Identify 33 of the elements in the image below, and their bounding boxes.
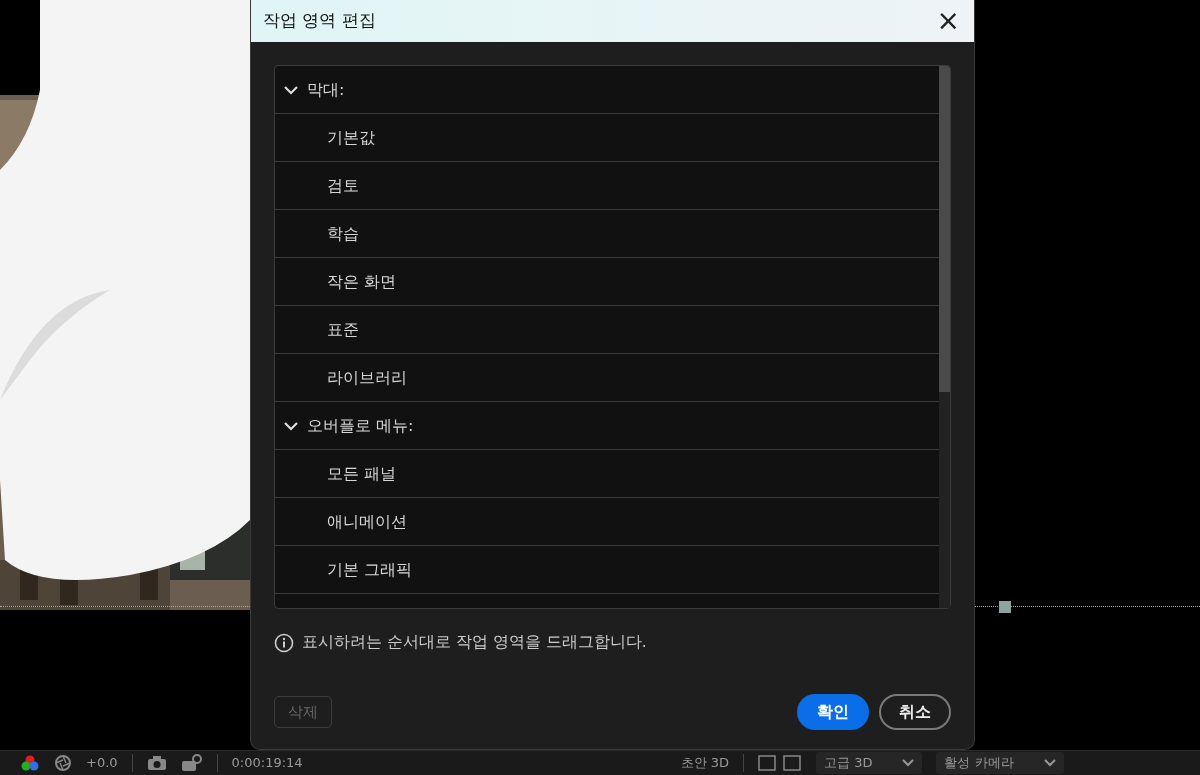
- close-button[interactable]: ×: [932, 7, 964, 35]
- camera-settings-icon[interactable]: [180, 754, 203, 772]
- workspace-item[interactable]: 라이브러리: [275, 354, 939, 402]
- camera-dropdown[interactable]: 활성 카메라: [936, 752, 1064, 774]
- exposure-value[interactable]: +0.0: [86, 753, 118, 773]
- workspace-item[interactable]: 기본값: [275, 114, 939, 162]
- workspace-item[interactable]: 학습: [275, 210, 939, 258]
- info-text: 표시하려는 순서대로 작업 영역을 드래그합니다.: [302, 632, 647, 653]
- caret-icon: [1043, 759, 1056, 767]
- group-label: 막대:: [307, 78, 345, 101]
- info-icon: [274, 632, 294, 653]
- draft-3d-toggle[interactable]: 초안 3D: [680, 753, 730, 773]
- group-label: 오버플로 메뉴:: [307, 414, 414, 437]
- grid-icon[interactable]: [758, 755, 803, 771]
- shutter-icon[interactable]: [54, 754, 72, 772]
- timecode[interactable]: 0:00:19:14: [231, 753, 303, 773]
- workspace-item[interactable]: 표준: [275, 306, 939, 354]
- group-header[interactable]: 오버플로 메뉴:: [275, 402, 939, 450]
- keyframe-handle[interactable]: [999, 601, 1011, 613]
- cancel-button[interactable]: 취소: [879, 694, 951, 730]
- workspace-item[interactable]: 기본 그래픽: [275, 546, 939, 594]
- ok-button[interactable]: 확인: [797, 694, 869, 730]
- dialog-title: 작업 영역 편집: [263, 9, 376, 33]
- workspace-item[interactable]: 작은 화면: [275, 258, 939, 306]
- color-channels-icon[interactable]: [20, 754, 40, 772]
- workspace-item[interactable]: 검토: [275, 162, 939, 210]
- workspace-item[interactable]: 애니메이션: [275, 498, 939, 546]
- renderer-dropdown[interactable]: 고급 3D: [816, 752, 923, 774]
- caret-icon: [902, 759, 915, 767]
- scrollbar[interactable]: [939, 66, 950, 608]
- group-header[interactable]: 막대:: [275, 66, 939, 114]
- workspace-item[interactable]: 모든 패널: [275, 450, 939, 498]
- camera-icon[interactable]: [146, 755, 167, 771]
